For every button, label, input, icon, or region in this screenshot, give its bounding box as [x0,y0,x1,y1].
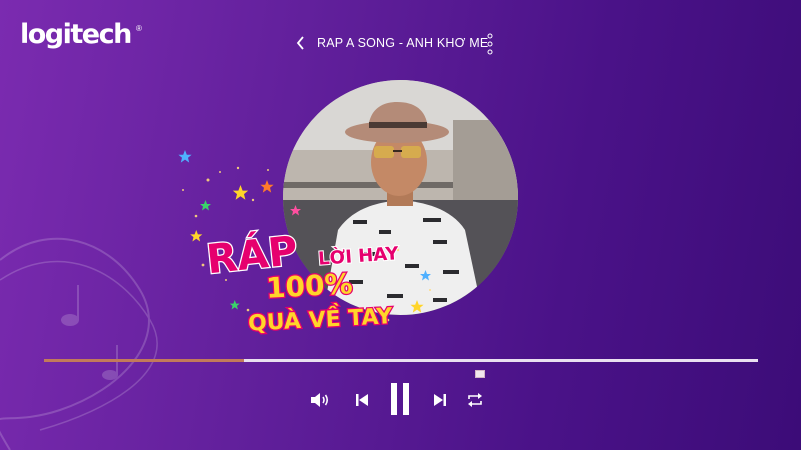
previous-icon[interactable] [354,392,370,408]
progress-fill [44,359,244,362]
promo-splash-graphic: RÁP LỜI HAY 100% QUÀ VỀ TAY [178,150,431,335]
next-icon[interactable] [432,392,448,408]
progress-bar[interactable] [44,359,758,362]
caption-icon[interactable] [475,370,485,378]
promo-line-loi-hay: LỜI HAY [317,242,400,270]
repeat-icon[interactable] [466,391,484,409]
pause-icon[interactable] [389,382,411,416]
back-chevron-icon[interactable] [294,34,308,52]
more-options-icon[interactable] [485,33,495,55]
song-title: RAP A SONG - ANH KHƠ ME [317,36,489,50]
registered-mark: ® [136,24,142,33]
volume-icon[interactable] [309,390,331,410]
promo-line-100: 100% [265,267,353,304]
promo-line-qua-ve-tay: QUÀ VỀ TAY [247,300,394,335]
top-bar: RAP A SONG - ANH KHƠ ME [0,33,801,55]
